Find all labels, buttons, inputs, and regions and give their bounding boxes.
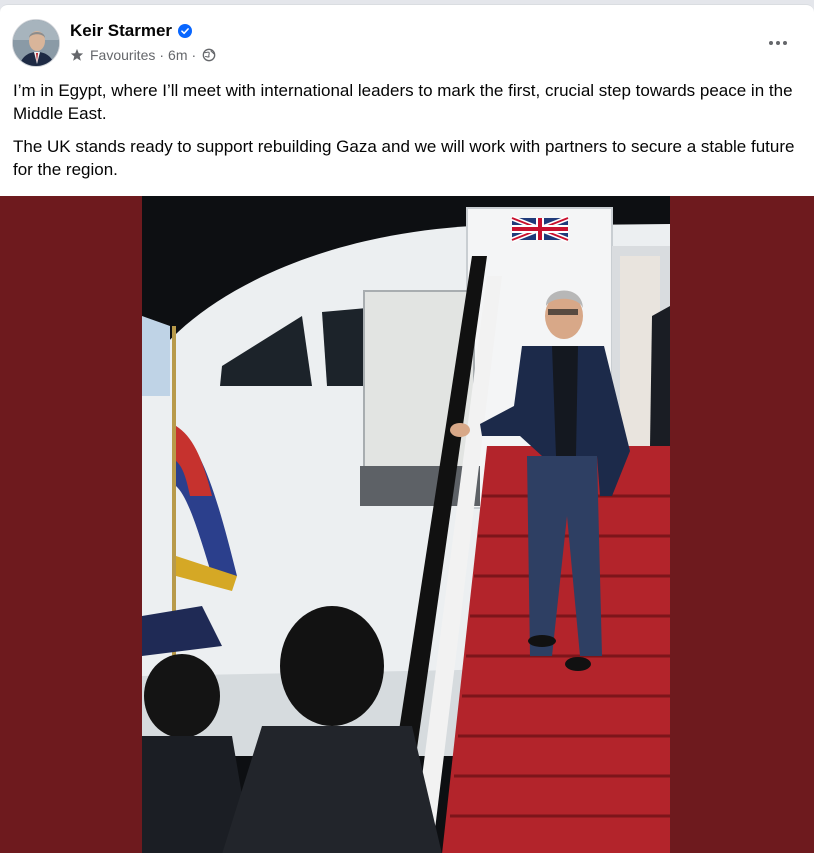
more-dot	[783, 41, 787, 45]
more-dot	[776, 41, 780, 45]
post-meta: Favourites · 6m ·	[70, 47, 216, 63]
author-name-row: Keir Starmer	[70, 21, 193, 41]
meta-separator: ·	[191, 47, 197, 63]
verified-badge-icon	[178, 24, 193, 38]
more-dot	[769, 41, 773, 45]
post-photo-container[interactable]	[0, 196, 814, 853]
post-card: Keir Starmer Favourites · 6m · I’m in Eg…	[0, 4, 814, 853]
meta-separator: ·	[159, 47, 165, 63]
post-paragraph: The UK stands ready to support rebuildin…	[13, 137, 795, 179]
post-paragraph: I’m in Egypt, where I’ll meet with inter…	[13, 81, 793, 123]
post-header: Keir Starmer Favourites · 6m ·	[12, 19, 802, 69]
post-photo[interactable]	[142, 196, 670, 853]
author-avatar[interactable]	[12, 19, 60, 67]
globe-icon[interactable]	[202, 48, 216, 62]
avatar-portrait	[13, 20, 59, 66]
post-body: I’m in Egypt, where I’ll meet with inter…	[13, 79, 803, 191]
star-icon	[70, 48, 84, 61]
more-options-icon[interactable]	[760, 31, 796, 55]
author-name[interactable]: Keir Starmer	[70, 21, 172, 41]
audience-label[interactable]: Favourites	[90, 47, 155, 63]
union-flag	[511, 215, 569, 243]
post-timestamp[interactable]: 6m	[168, 47, 187, 63]
